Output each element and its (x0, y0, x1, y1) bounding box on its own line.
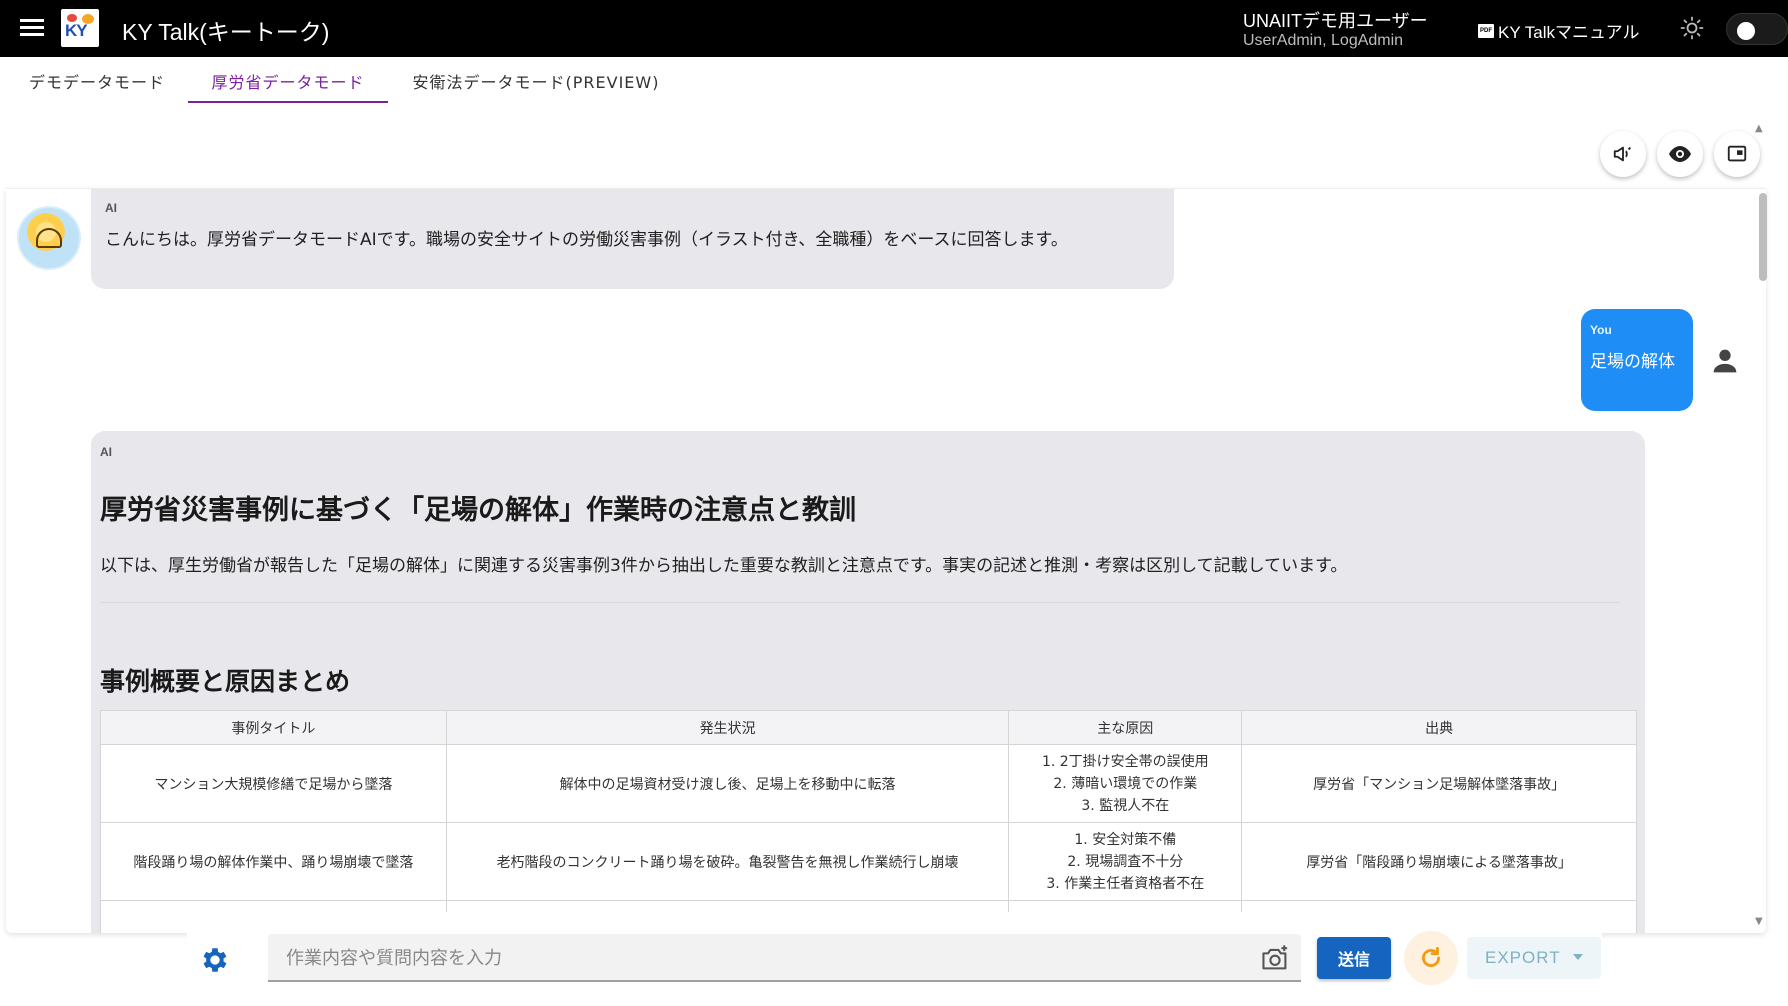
theme-toggle[interactable] (1726, 13, 1788, 45)
manual-label: KY Talkマニュアル (1498, 23, 1640, 42)
send-button[interactable]: 送信 (1317, 937, 1391, 979)
message-input[interactable] (286, 944, 1186, 972)
refresh-button[interactable] (1404, 931, 1458, 985)
cause-item: 3. 作業主任者資格者不在 (1046, 875, 1205, 892)
scroll-down-arrow[interactable]: ▼ (1755, 916, 1763, 927)
table-cell: 解体中の足場資材受け渡し後、足場上を移動中に転落 (445, 744, 1010, 823)
table-row: マンション大規模修繕で足場から墜落 解体中の足場資材受け渡し後、足場上を移動中に… (100, 744, 1637, 823)
table-row: 階段踊り場の解体作業中、踊り場崩壊で墜落 老朽階段のコンクリート踊り場を破砕。亀… (100, 822, 1637, 901)
window-icon (1727, 145, 1747, 162)
cause-item: 2. 現場調査不十分 (1067, 853, 1184, 870)
app-title: KY Talk(キートーク) (122, 19, 330, 45)
table-cell: マンション大規模修繕で足場から墜落 (100, 744, 447, 823)
camera-add-icon[interactable] (1260, 944, 1290, 972)
ai-message-bubble: AI こんにちは。厚労省データモードAIです。職場の安全サイトの労働災害事例（イ… (91, 189, 1174, 289)
megaphone-icon (1613, 146, 1631, 162)
person-icon (1713, 349, 1737, 373)
role-label: AI (105, 201, 117, 215)
tab-ish-law-data[interactable]: 安衛法データモード(PREVIEW) (395, 57, 677, 103)
table-header: 主な原因 (1008, 710, 1243, 745)
message-input-wrap (268, 934, 1301, 982)
section-title: 事例概要と原因まとめ (100, 667, 351, 696)
view-button[interactable] (1657, 131, 1703, 177)
table-header-row: 事例タイトル 発生状況 主な原因 出典 (100, 710, 1637, 745)
chat-area: AI こんにちは。厚労省データモードAIです。職場の安全サイトの労働災害事例（イ… (6, 188, 1766, 933)
role-label: AI (100, 445, 112, 459)
table-header: 事例タイトル (100, 710, 447, 745)
eye-icon (1669, 146, 1691, 162)
user-message-text: 足場の解体 (1590, 352, 1675, 372)
table-cell: 1. 2丁掛け安全帯の誤使用 2. 薄暗い環境での作業 3. 監視人不在 (1008, 744, 1243, 823)
table-cell: 厚労省「階段踊り場崩壊による墜落事故」 (1241, 822, 1637, 901)
ai-avatar (17, 206, 81, 270)
tab-demo-data[interactable]: デモデータモード (12, 57, 182, 103)
helmet-icon (36, 228, 62, 248)
refresh-icon (1422, 946, 1440, 967)
user-message-bubble: You 足場の解体 (1581, 309, 1693, 411)
mode-tabs: デモデータモード 厚労省データモード 安衛法データモード(PREVIEW) (0, 57, 1788, 105)
table-cell: 1. 安全対策不備 2. 現場調査不十分 3. 作業主任者資格者不在 (1008, 822, 1243, 901)
app-logo: KY (61, 9, 99, 47)
scroll-up-arrow[interactable]: ▲ (1755, 123, 1763, 134)
answer-heading: 厚労省災害事例に基づく「足場の解体」作業時の注意点と教訓 (100, 495, 856, 526)
cause-item: 1. 安全対策不備 (1074, 831, 1177, 848)
cause-item: 2. 薄暗い環境での作業 (1053, 775, 1198, 792)
gear-icon[interactable] (199, 944, 231, 976)
caret-down-icon (1573, 954, 1583, 960)
panel-button[interactable] (1714, 131, 1760, 177)
answer-intro: 以下は、厚生労働省が報告した「足場の解体」に関連する災害事例3件から抽出した重要… (100, 556, 1348, 576)
table-cell: 厚労省「マンション足場解体墜落事故」 (1241, 744, 1637, 823)
hamburger-menu-icon[interactable] (20, 16, 46, 40)
role-label: You (1590, 323, 1612, 337)
manual-link[interactable]: PDF KY Talkマニュアル (1478, 18, 1640, 43)
table-cell: 階段踊り場の解体作業中、踊り場崩壊で墜落 (100, 822, 447, 901)
case-table: 事例タイトル 発生状況 主な原因 出典 マンション大規模修繕で足場から墜落 解体… (100, 710, 1637, 933)
export-label: EXPORT (1485, 948, 1561, 967)
cause-item: 3. 監視人不在 (1081, 797, 1170, 814)
user-roles: UserAdmin, LogAdmin (1243, 32, 1404, 49)
cause-item: 1. 2丁掛け安全帯の誤使用 (1041, 753, 1209, 770)
sun-icon[interactable] (1680, 16, 1704, 40)
export-button[interactable]: EXPORT (1467, 937, 1601, 979)
scrollbar-thumb[interactable] (1759, 193, 1767, 281)
tab-mhlw-data[interactable]: 厚労省データモード (188, 57, 388, 103)
table-header: 出典 (1241, 710, 1637, 745)
announce-button[interactable] (1600, 131, 1646, 177)
pdf-icon: PDF (1478, 23, 1494, 38)
table-header: 発生状況 (445, 710, 1010, 745)
table-cell: 老朽階段のコンクリート踊り場を破砕。亀裂警告を無視し作業続行し崩壊 (445, 822, 1010, 901)
ai-message-bubble: AI 厚労省災害事例に基づく「足場の解体」作業時の注意点と教訓 以下は、厚生労働… (91, 431, 1645, 933)
divider (100, 602, 1620, 603)
top-app-bar: KY KY Talk(キートーク) UNAIITデモ用ユーザー UserAdmi… (0, 0, 1788, 57)
user-name: UNAIITデモ用ユーザー (1243, 11, 1428, 31)
ai-message-text: こんにちは。厚労省データモードAIです。職場の安全サイトの労働災害事例（イラスト… (105, 230, 1068, 250)
